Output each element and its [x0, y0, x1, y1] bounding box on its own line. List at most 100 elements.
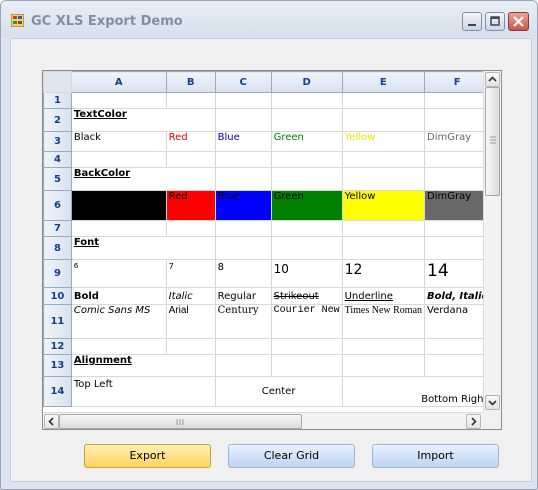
row-header-1[interactable]: 1	[43, 92, 72, 109]
backcolor-cell-activecaptiontext[interactable]: ActiveCaptionText	[70, 190, 167, 221]
column-header-a[interactable]: A	[70, 71, 167, 93]
row-header-2[interactable]: 2	[43, 108, 72, 132]
grid-cell[interactable]	[341, 220, 426, 237]
horizontal-scrollbar[interactable]	[43, 412, 483, 429]
grid-cell[interactable]	[70, 151, 167, 168]
font-family-cell-century[interactable]: Century	[214, 304, 272, 339]
export-button[interactable]: Export	[84, 444, 211, 468]
font-family-cell-verdana[interactable]: Verdana	[424, 304, 491, 339]
heading-textcolor[interactable]: TextColor	[70, 108, 216, 132]
font-family-cell-comic-sans[interactable]: Comic Sans MS	[70, 304, 167, 339]
heading-backcolor[interactable]: BackColor	[70, 167, 216, 191]
grid-cell[interactable]	[165, 151, 216, 168]
column-header-e[interactable]: E	[341, 71, 426, 93]
font-family-cell-courier-new[interactable]: Courier New	[270, 304, 343, 339]
font-style-cell-strikeout[interactable]: Strikeout	[270, 287, 343, 305]
grid-cell[interactable]	[70, 338, 167, 355]
textcolor-cell-blue[interactable]: Blue	[214, 131, 272, 152]
grid-cell[interactable]	[165, 220, 216, 237]
grid-cell[interactable]	[214, 236, 272, 260]
vertical-scroll-thumb[interactable]	[485, 87, 500, 196]
vertical-scrollbar[interactable]	[483, 71, 501, 412]
title-bar[interactable]: GC XLS Export Demo	[1, 1, 537, 37]
grid-cell[interactable]	[270, 354, 343, 377]
grid-cell[interactable]	[341, 167, 426, 191]
font-style-cell-regular[interactable]: Regular	[214, 287, 272, 305]
grid-cell[interactable]	[424, 151, 491, 168]
grid-cell[interactable]	[214, 108, 272, 132]
grid-cell[interactable]	[214, 92, 272, 109]
grid-cell[interactable]	[341, 338, 426, 355]
grid-cell[interactable]	[214, 167, 272, 191]
close-button[interactable]	[508, 12, 529, 31]
font-family-cell-times-new-roman[interactable]: Times New Roman	[341, 304, 426, 339]
row-header-14[interactable]: 14	[43, 376, 72, 407]
grid-cell[interactable]	[70, 92, 167, 109]
grid-cell[interactable]	[270, 92, 343, 109]
clear-grid-button[interactable]: Clear Grid	[228, 444, 355, 468]
scroll-down-button[interactable]	[485, 395, 500, 410]
backcolor-cell-dimgray[interactable]: DimGray	[424, 190, 491, 221]
backcolor-cell-yellow[interactable]: Yellow	[341, 190, 426, 221]
font-style-cell-bold-italic[interactable]: Bold, Italic	[424, 287, 491, 305]
font-style-cell-underline[interactable]: Underline	[341, 287, 426, 305]
row-header-13[interactable]: 13	[43, 354, 72, 377]
font-size-cell-12[interactable]: 12	[341, 259, 426, 288]
column-header-d[interactable]: D	[270, 71, 343, 93]
row-header-8[interactable]: 8	[43, 236, 72, 260]
minimize-button[interactable]	[462, 12, 482, 31]
grid-cell[interactable]	[341, 236, 426, 260]
row-header-4[interactable]: 4	[43, 151, 72, 168]
alignment-cell-top-left[interactable]: Top Left	[70, 376, 216, 407]
column-header-f[interactable]: F	[424, 71, 491, 93]
backcolor-cell-green[interactable]: Green	[270, 190, 343, 221]
font-size-cell-10[interactable]: 10	[270, 259, 343, 288]
row-header-11[interactable]: 11	[43, 304, 72, 339]
font-size-cell-7[interactable]: 7	[165, 259, 216, 288]
grid-cell[interactable]	[165, 92, 216, 109]
grid-cell[interactable]	[214, 220, 272, 237]
horizontal-scroll-thumb[interactable]	[59, 414, 302, 429]
row-header-3[interactable]: 3	[43, 131, 72, 152]
row-header-12[interactable]: 12	[43, 338, 72, 355]
row-header-7[interactable]: 7	[43, 220, 72, 237]
row-header-10[interactable]: 10	[43, 287, 72, 305]
grid-cell[interactable]	[70, 220, 167, 237]
grid-cell[interactable]	[424, 167, 491, 191]
scroll-up-button[interactable]	[485, 72, 500, 87]
grid-cell[interactable]	[270, 236, 343, 260]
grid-cell[interactable]	[424, 354, 491, 377]
grid-cell[interactable]	[270, 167, 343, 191]
spreadsheet-grid[interactable]: A B C D E F 1 2 TextColor 3 Black Red Bl…	[42, 70, 502, 430]
scroll-left-button[interactable]	[44, 414, 59, 429]
font-style-cell-bold[interactable]: Bold	[70, 287, 167, 305]
grid-cell[interactable]	[341, 92, 426, 109]
maximize-button[interactable]	[485, 12, 505, 31]
grid-cell[interactable]	[270, 220, 343, 237]
heading-font[interactable]: Font	[70, 236, 216, 260]
import-button[interactable]: Import	[372, 444, 499, 468]
font-family-cell-arial[interactable]: Arial	[165, 304, 216, 339]
grid-cell[interactable]	[424, 108, 491, 132]
column-header-b[interactable]: B	[165, 71, 216, 93]
font-size-cell-14[interactable]: 14	[424, 259, 491, 288]
font-size-cell-8[interactable]: 8	[214, 259, 272, 288]
textcolor-cell-red[interactable]: Red	[165, 131, 216, 152]
grid-cell[interactable]	[424, 220, 491, 237]
grid-cell[interactable]	[424, 236, 491, 260]
scroll-right-button[interactable]	[466, 414, 481, 429]
grid-cell[interactable]	[165, 338, 216, 355]
heading-alignment[interactable]: Alignment	[70, 354, 216, 377]
textcolor-cell-black[interactable]: Black	[70, 131, 167, 152]
grid-cell[interactable]	[270, 151, 343, 168]
font-size-cell-6[interactable]: 6	[70, 259, 167, 288]
row-header-6[interactable]: 6	[43, 190, 72, 221]
textcolor-cell-yellow[interactable]: Yellow	[341, 131, 426, 152]
alignment-cell-bottom-right[interactable]: Bottom Right	[341, 376, 491, 407]
backcolor-cell-blue[interactable]: Blue	[214, 190, 272, 221]
row-header-9[interactable]: 9	[43, 259, 72, 288]
backcolor-cell-red[interactable]: Red	[165, 190, 216, 221]
corner-cell[interactable]	[43, 71, 72, 93]
grid-cell[interactable]	[424, 338, 491, 355]
grid-cell[interactable]	[341, 354, 426, 377]
